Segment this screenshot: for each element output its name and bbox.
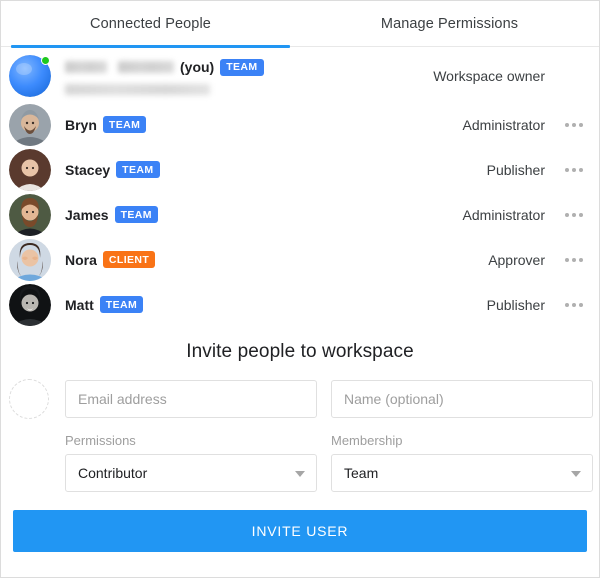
person-photo-icon xyxy=(9,238,51,281)
invite-form-row xyxy=(1,379,599,419)
status-badge: CLIENT xyxy=(102,251,156,268)
table-row[interactable]: James TEAM Administrator xyxy=(1,192,599,237)
avatar xyxy=(9,283,51,326)
person-name-line: Matt TEAM xyxy=(65,295,487,315)
person-photo-icon xyxy=(9,103,51,146)
name-field[interactable] xyxy=(331,380,593,418)
redacted-first-name xyxy=(65,61,107,73)
person-info: James TEAM xyxy=(65,205,463,225)
person-role: Approver xyxy=(488,251,545,268)
person-name-line: Bryn TEAM xyxy=(65,115,463,135)
person-name-line: Stacey TEAM xyxy=(65,160,487,180)
online-status-dot xyxy=(41,56,50,65)
membership-group: Membership Team xyxy=(331,433,593,492)
person-name-line: (you) TEAM xyxy=(65,57,433,77)
person-photo-icon xyxy=(9,283,51,326)
person-name: Matt xyxy=(65,296,94,313)
tab-manage-permissions-label: Manage Permissions xyxy=(380,16,519,32)
row-overflow-menu-icon[interactable] xyxy=(561,112,587,138)
person-name: Bryn xyxy=(65,116,97,133)
person-name: Stacey xyxy=(65,161,111,178)
row-overflow-menu-icon[interactable] xyxy=(561,202,587,228)
chevron-down-icon xyxy=(295,471,305,477)
tab-bar: Connected People Manage Permissions xyxy=(1,1,599,48)
invite-user-button[interactable]: INVITE USER xyxy=(13,510,587,552)
table-row[interactable]: (you) TEAM Workspace owner xyxy=(1,50,599,102)
person-photo-icon xyxy=(9,193,51,236)
person-name: Nora xyxy=(65,251,97,268)
status-badge: TEAM xyxy=(99,296,144,313)
status-badge: TEAM xyxy=(116,161,160,178)
membership-value: Team xyxy=(344,465,379,481)
invite-section-title: Invite people to workspace xyxy=(186,341,414,362)
chevron-down-icon xyxy=(571,471,581,477)
avatar-placeholder-icon xyxy=(9,379,49,419)
avatar-image-stacey xyxy=(9,148,51,191)
invite-options-row: Permissions Contributor Membership Team xyxy=(1,433,599,492)
avatar xyxy=(9,238,51,281)
email-field[interactable] xyxy=(65,380,317,418)
table-row[interactable]: Stacey TEAM Publisher xyxy=(1,147,599,192)
membership-select[interactable]: Team xyxy=(331,454,593,492)
row-overflow-menu-icon[interactable] xyxy=(561,247,587,273)
avatar xyxy=(9,193,51,236)
person-role: Workspace owner xyxy=(433,68,545,84)
tab-active-underline xyxy=(11,45,290,48)
person-info: Matt TEAM xyxy=(65,295,487,315)
person-name: James xyxy=(65,206,109,223)
avatar-image-matt xyxy=(9,283,51,326)
permissions-group: Permissions Contributor xyxy=(65,433,317,492)
avatar-image-bryn xyxy=(9,103,51,146)
permissions-value: Contributor xyxy=(78,465,148,481)
person-role: Administrator xyxy=(462,116,545,133)
status-badge: TEAM xyxy=(114,206,158,223)
person-role: Publisher xyxy=(486,161,545,178)
person-info: Stacey TEAM xyxy=(65,160,487,180)
person-photo-icon xyxy=(9,148,51,191)
avatar xyxy=(9,103,51,146)
person-role: Administrator xyxy=(462,206,545,223)
avatar-image-nora xyxy=(9,238,51,281)
person-info: Nora CLIENT xyxy=(65,250,488,270)
redacted-email xyxy=(65,84,210,95)
redacted-last-name xyxy=(118,61,174,73)
avatar xyxy=(9,148,51,191)
row-overflow-menu-icon[interactable] xyxy=(561,292,587,318)
person-name-line: James TEAM xyxy=(65,205,463,225)
tab-manage-permissions[interactable]: Manage Permissions xyxy=(300,1,599,47)
row-overflow-menu-icon[interactable] xyxy=(561,157,587,183)
person-role: Publisher xyxy=(486,296,545,313)
connected-people-panel: Connected People Manage Permissions (you… xyxy=(0,0,600,578)
avatar-image-james xyxy=(9,193,51,236)
permissions-select[interactable]: Contributor xyxy=(65,454,317,492)
table-row[interactable]: Nora CLIENT Approver xyxy=(1,237,599,282)
person-info: Bryn TEAM xyxy=(65,115,463,135)
permissions-label: Permissions xyxy=(65,433,136,448)
person-info: (you) TEAM xyxy=(65,57,433,95)
table-row[interactable]: Matt TEAM Publisher xyxy=(1,282,599,327)
tab-connected-people[interactable]: Connected People xyxy=(1,1,300,48)
person-name-line: Nora CLIENT xyxy=(65,250,488,270)
tab-connected-people-label: Connected People xyxy=(90,16,211,32)
you-label: (you) xyxy=(180,59,215,75)
table-row[interactable]: Bryn TEAM Administrator xyxy=(1,102,599,147)
people-list: (you) TEAM Workspace owner Bryn TEAM Adm… xyxy=(1,47,599,327)
status-badge: TEAM xyxy=(220,58,264,76)
membership-label: Membership xyxy=(331,433,403,448)
avatar xyxy=(9,55,51,97)
status-badge: TEAM xyxy=(102,116,147,133)
